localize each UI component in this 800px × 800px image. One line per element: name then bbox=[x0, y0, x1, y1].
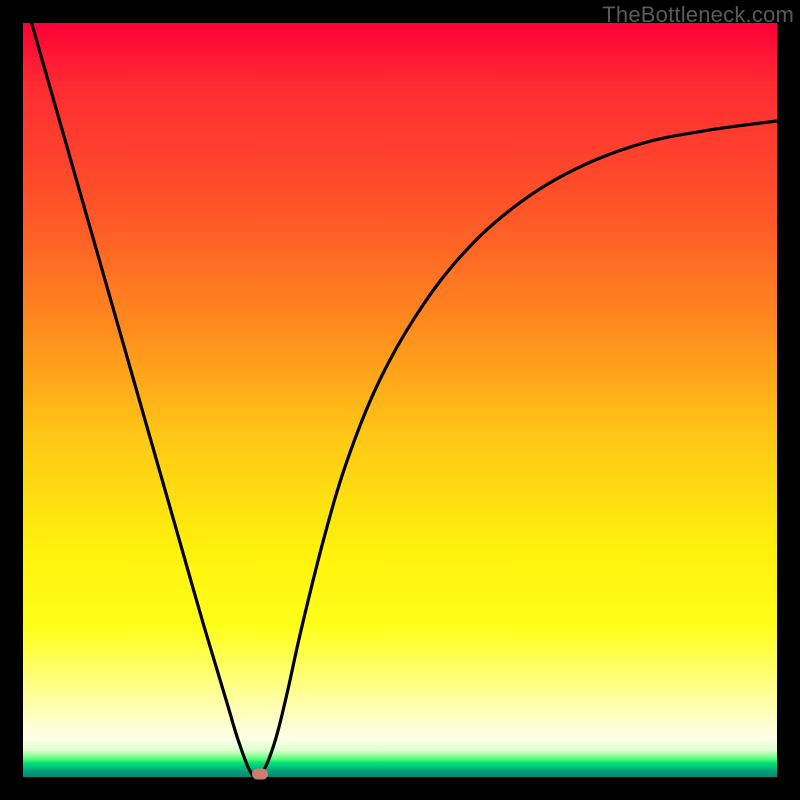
plot-area bbox=[23, 23, 777, 777]
watermark-text: TheBottleneck.com bbox=[602, 2, 794, 28]
optimal-point-marker bbox=[252, 768, 268, 779]
bottleneck-curve-path bbox=[23, 23, 777, 777]
curve-layer bbox=[23, 23, 777, 777]
